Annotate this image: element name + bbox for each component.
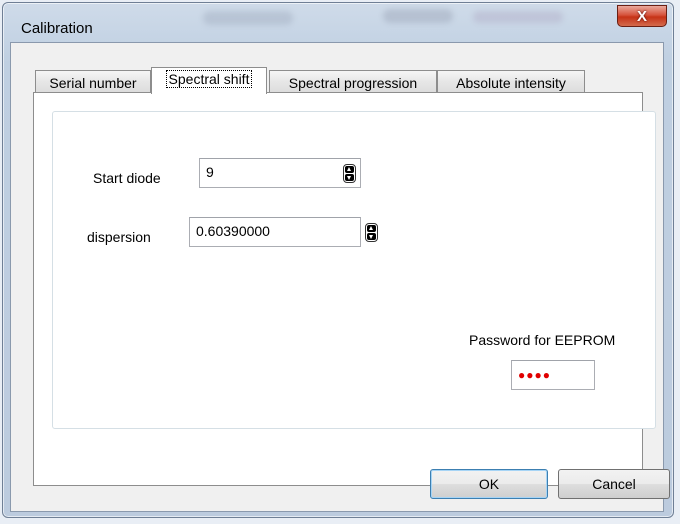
dispersion-spinbox[interactable]: 0.60390000 (189, 217, 378, 247)
tab-label: Spectral shift (165, 70, 253, 88)
spin-up-down-icon[interactable] (343, 164, 356, 183)
start-diode-label: Start diode (93, 170, 161, 186)
password-masked-value: ●●●● (518, 368, 551, 382)
tab-spectral-progression[interactable]: Spectral progression (269, 70, 437, 93)
dispersion-value: 0.60390000 (196, 223, 270, 239)
password-label: Password for EEPROM (469, 332, 616, 348)
tab-label: Spectral progression (288, 75, 418, 91)
blurred-background (383, 9, 453, 23)
title-bar: Calibration X (3, 3, 673, 41)
start-diode-spinbox[interactable]: 9 (199, 158, 361, 188)
close-button[interactable]: X (617, 5, 667, 27)
blurred-background (203, 11, 293, 25)
tab-absolute-intensity[interactable]: Absolute intensity (437, 70, 585, 93)
ok-button[interactable]: OK (430, 469, 548, 499)
password-field[interactable]: ●●●● (511, 360, 595, 390)
tab-serial-number[interactable]: Serial number (35, 70, 151, 93)
dispersion-label: dispersion (87, 229, 151, 245)
tab-panel-spectral-shift: Start diode 9 dispersion 0.60390000 Pass… (33, 92, 656, 486)
spin-up-down-icon[interactable] (365, 223, 378, 242)
tab-label: Absolute intensity (456, 75, 566, 91)
close-icon: X (636, 7, 647, 25)
tab-label: Serial number (49, 75, 137, 91)
settings-group: Start diode 9 dispersion 0.60390000 Pass… (52, 111, 656, 429)
tab-spectral-shift[interactable]: Spectral shift (151, 67, 267, 94)
start-diode-value: 9 (206, 164, 214, 180)
cancel-button[interactable]: Cancel (558, 469, 670, 499)
dialog-client-area: Serial number Spectral shift Spectral pr… (10, 42, 664, 512)
blurred-background (473, 11, 563, 23)
window-title: Calibration (21, 20, 93, 37)
